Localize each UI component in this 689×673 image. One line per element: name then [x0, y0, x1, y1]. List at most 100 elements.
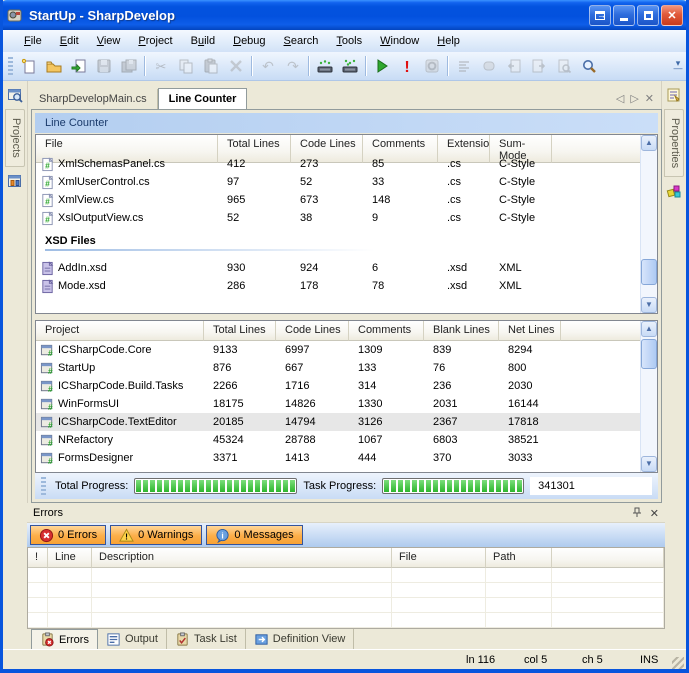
- file-row[interactable]: #XslOutputView.cs52389.csC-Style: [36, 209, 657, 227]
- sidebar-tab-properties[interactable]: Properties: [664, 109, 684, 177]
- menu-build[interactable]: Build: [182, 32, 224, 50]
- projects-icon[interactable]: [4, 83, 26, 107]
- toolbar-overflow-button[interactable]: ▾—: [672, 58, 684, 76]
- column-header[interactable]: !: [28, 548, 48, 568]
- column-header[interactable]: File: [392, 548, 486, 568]
- column-header[interactable]: Line: [48, 548, 92, 568]
- menu-edit[interactable]: Edit: [51, 32, 88, 50]
- project-row[interactable]: #ICSharpCode.Build.Tasks2266171631423620…: [36, 377, 657, 395]
- progress-segment: [213, 480, 218, 492]
- minimize-button[interactable]: [613, 5, 635, 26]
- scroll-thumb[interactable]: [641, 259, 657, 285]
- undock-button[interactable]: [589, 5, 611, 26]
- open-file-button[interactable]: [41, 54, 66, 78]
- line-counter-panel: Line Counter FileTotal LinesCode LinesCo…: [31, 109, 662, 503]
- resize-grip[interactable]: [672, 657, 684, 669]
- svg-text:✂: ✂: [155, 59, 166, 74]
- pin-icon[interactable]: [631, 507, 642, 520]
- menu-debug[interactable]: Debug: [224, 32, 274, 50]
- scroll-up-button[interactable]: ▲: [641, 321, 657, 337]
- new-file-button[interactable]: [16, 54, 41, 78]
- column-header[interactable]: Comments: [349, 321, 424, 341]
- project-icon: #: [40, 451, 55, 466]
- file-row[interactable]: AddIn.xsd9309246.xsdXML: [36, 259, 657, 277]
- run-button[interactable]: [369, 54, 394, 78]
- menu-project[interactable]: Project: [129, 32, 181, 50]
- csharp-file-icon: #: [40, 193, 55, 208]
- scroll-up-button[interactable]: ▲: [641, 135, 657, 151]
- tab-task-icon: [175, 632, 190, 647]
- project-row[interactable]: #ICSharpCode.TextEditor20185147943126236…: [36, 413, 657, 431]
- doc-tab-line-counter[interactable]: Line Counter: [158, 88, 248, 109]
- progress-segment: [157, 480, 162, 492]
- progress-segment: [398, 480, 403, 492]
- pad-tab-errors[interactable]: Errors: [31, 629, 98, 649]
- project-row[interactable]: #StartUp87666713376800: [36, 359, 657, 377]
- column-header[interactable]: [552, 548, 664, 568]
- column-header[interactable]: Net Lines: [499, 321, 561, 341]
- sidebar-tab-projects[interactable]: Projects: [5, 109, 25, 167]
- close-button[interactable]: ✕: [661, 5, 683, 26]
- paste-icon: [203, 58, 219, 74]
- rebuild-button[interactable]: [337, 54, 362, 78]
- status-ch: ch 5: [572, 654, 630, 666]
- xsd-file-icon: [40, 279, 55, 294]
- close-tab-button[interactable]: ✕: [645, 92, 654, 105]
- copy-icon: [178, 58, 194, 74]
- svg-text:#: #: [48, 456, 53, 466]
- file-table-vscrollbar[interactable]: ▲ ▼: [640, 135, 657, 313]
- menu-window[interactable]: Window: [371, 32, 428, 50]
- menu-help[interactable]: Help: [428, 32, 469, 50]
- classes-icon[interactable]: [4, 169, 26, 193]
- project-row[interactable]: #WinFormsUI18175148261330203116144: [36, 395, 657, 413]
- column-header[interactable]: Description: [92, 548, 392, 568]
- project-table-vscrollbar[interactable]: ▲ ▼: [640, 321, 657, 472]
- svg-text:#: #: [45, 178, 50, 188]
- prev-tab-button[interactable]: ◁: [616, 92, 624, 105]
- project-row[interactable]: #FormsDesigner337114134443703033: [36, 449, 657, 467]
- bookmark-list-icon: [456, 58, 472, 74]
- scroll-down-button[interactable]: ▼: [641, 297, 657, 313]
- document-tab-strip: SharpDevelopMain.csLine Counter ◁ ▷ ✕: [29, 85, 662, 109]
- pad-tab-definition-view[interactable]: Definition View: [246, 629, 355, 649]
- abort-build-button[interactable]: !: [394, 54, 419, 78]
- next-tab-button[interactable]: ▷: [630, 92, 638, 105]
- menu-tools[interactable]: Tools: [327, 32, 371, 50]
- column-header[interactable]: Path: [486, 548, 552, 568]
- app-window: StartUp - SharpDevelop ✕ FileEditViewPro…: [0, 0, 689, 673]
- properties-icon[interactable]: [663, 83, 685, 107]
- progress-segment: [419, 480, 424, 492]
- doc-tab-sharpdevelopmain-cs[interactable]: SharpDevelopMain.cs: [29, 89, 158, 109]
- column-header[interactable]: Total Lines: [204, 321, 276, 341]
- pad-tab-output[interactable]: Output: [98, 629, 167, 649]
- open-with-arrow-button[interactable]: [66, 54, 91, 78]
- progress-segment: [440, 480, 445, 492]
- file-row[interactable]: Mode.xsd28617878.xsdXML: [36, 277, 657, 295]
- menu-view[interactable]: View: [88, 32, 130, 50]
- file-row[interactable]: #XmlView.cs965673148.csC-Style: [36, 191, 657, 209]
- filter-0-warnings-button[interactable]: !0 Warnings: [110, 525, 202, 545]
- toolbox-icon[interactable]: [663, 179, 685, 203]
- cut-icon: ✂: [153, 58, 169, 74]
- menu-file[interactable]: File: [15, 32, 51, 50]
- close-panel-icon[interactable]: ✕: [650, 507, 659, 520]
- file-row[interactable]: #XmlUserControl.cs975233.csC-Style: [36, 173, 657, 191]
- scroll-thumb[interactable]: [641, 339, 657, 369]
- filter-0-errors-button[interactable]: 0 Errors: [30, 525, 106, 545]
- maximize-button[interactable]: [637, 5, 659, 26]
- filter-0-messages-button[interactable]: i0 Messages: [206, 525, 302, 545]
- pad-tab-task-list[interactable]: Task List: [167, 629, 246, 649]
- search-button[interactable]: [576, 54, 601, 78]
- project-row[interactable]: #ICSharpCode.Core9133699713098398294: [36, 341, 657, 359]
- scroll-down-button[interactable]: ▼: [641, 456, 657, 472]
- column-header[interactable]: Code Lines: [276, 321, 349, 341]
- column-header[interactable]: Project: [36, 321, 204, 341]
- empty-error-row: [28, 598, 664, 613]
- progress-segment: [178, 480, 183, 492]
- toolbar-grip[interactable]: [41, 477, 46, 495]
- project-row[interactable]: #NRefactory45324287881067680338521: [36, 431, 657, 449]
- menu-search[interactable]: Search: [275, 32, 328, 50]
- build-button[interactable]: [312, 54, 337, 78]
- toolbar-grip[interactable]: [8, 57, 13, 75]
- column-header[interactable]: Blank Lines: [424, 321, 499, 341]
